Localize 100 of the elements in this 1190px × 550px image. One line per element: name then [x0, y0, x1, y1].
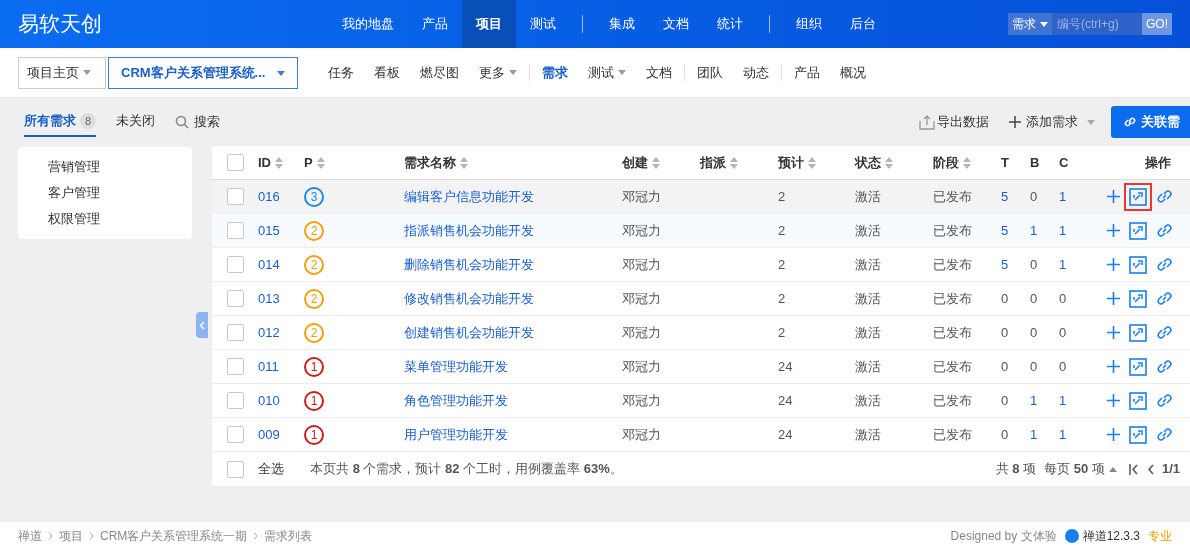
module-item[interactable]: 营销管理	[48, 157, 192, 177]
edit-icon[interactable]	[1129, 289, 1147, 308]
edit-icon[interactable]	[1129, 323, 1147, 342]
plus-icon[interactable]	[1107, 224, 1120, 237]
story-row[interactable]: 016 3 编辑客户信息功能开发 邓冠力 2 激活 已发布 5 0 1	[212, 180, 1190, 214]
plus-icon[interactable]	[1107, 428, 1120, 441]
search-link[interactable]: 搜索	[175, 112, 221, 132]
sub-nav-item[interactable]: 动态	[733, 62, 779, 83]
story-name[interactable]: 指派销售机会功能开发	[382, 220, 622, 241]
select-all-label[interactable]: 全选	[258, 459, 310, 479]
story-row[interactable]: 012 2 创建销售机会功能开发 邓冠力 2 激活 已发布 0 0 0	[212, 316, 1190, 350]
story-id[interactable]: 009	[258, 424, 304, 445]
edit-icon[interactable]	[1129, 425, 1147, 444]
column-header[interactable]: ID	[258, 152, 304, 173]
plus-icon[interactable]	[1107, 258, 1120, 271]
column-header[interactable]: P	[304, 152, 382, 173]
search-type-select[interactable]: 需求	[1008, 13, 1052, 35]
link-icon[interactable]	[1156, 222, 1173, 239]
top-nav-item[interactable]: 集成	[595, 0, 649, 48]
sub-nav-item[interactable]: 燃尽图	[410, 62, 469, 83]
edit-icon[interactable]	[1129, 357, 1147, 376]
count-cell[interactable]: 5	[1001, 220, 1030, 241]
story-id[interactable]: 015	[258, 220, 304, 241]
column-header[interactable]: 需求名称	[382, 152, 622, 173]
story-name[interactable]: 编辑客户信息功能开发	[382, 186, 622, 207]
filter-tab[interactable]: 所有需求 8	[24, 107, 97, 137]
count-cell[interactable]: 1	[1030, 424, 1059, 445]
prev-page-icon[interactable]	[1146, 463, 1154, 475]
story-row[interactable]: 009 1 用户管理功能开发 邓冠力 24 激活 已发布 0 1 1	[212, 418, 1190, 452]
story-id[interactable]: 013	[258, 288, 304, 309]
row-checkbox[interactable]	[226, 256, 244, 273]
count-cell[interactable]: 1	[1059, 390, 1089, 411]
sub-nav-item[interactable]: 产品	[784, 62, 830, 83]
project-home-dropdown[interactable]: 项目主页	[18, 56, 106, 89]
top-nav-item[interactable]: 组织	[782, 0, 836, 48]
count-cell[interactable]: 1	[1030, 220, 1059, 241]
row-checkbox[interactable]	[226, 358, 244, 375]
add-story-button[interactable]: 添加需求	[1009, 112, 1095, 132]
sub-nav-item[interactable]: 文档	[636, 62, 682, 83]
count-cell[interactable]: 1	[1059, 220, 1089, 241]
story-name[interactable]: 创建销售机会功能开发	[382, 322, 622, 343]
row-checkbox[interactable]	[226, 324, 244, 341]
module-item[interactable]: 权限管理	[48, 209, 192, 229]
link-icon[interactable]	[1156, 358, 1173, 375]
top-nav-item[interactable]: 我的地盘	[328, 0, 408, 48]
count-cell[interactable]: 5	[1001, 186, 1030, 207]
story-name[interactable]: 菜单管理功能开发	[382, 356, 622, 377]
story-name[interactable]: 用户管理功能开发	[382, 424, 622, 445]
link-icon[interactable]	[1156, 426, 1173, 443]
breadcrumb-item[interactable]: 需求列表	[264, 527, 313, 545]
row-checkbox[interactable]	[226, 222, 244, 239]
story-row[interactable]: 013 2 修改销售机会功能开发 邓冠力 2 激活 已发布 0 0 0	[212, 282, 1190, 316]
link-icon[interactable]	[1156, 188, 1173, 205]
version-link[interactable]: 禅道12.3.3	[1064, 527, 1140, 545]
link-icon[interactable]	[1156, 256, 1173, 273]
link-icon[interactable]	[1156, 324, 1173, 341]
top-nav-item[interactable]: 项目	[462, 0, 516, 48]
story-row[interactable]: 015 2 指派销售机会功能开发 邓冠力 2 激活 已发布 5 1 1	[212, 214, 1190, 248]
link-icon[interactable]	[1156, 392, 1173, 409]
breadcrumb-item[interactable]: CRM客户关系管理系统一期	[100, 527, 248, 545]
top-nav-item[interactable]: 产品	[408, 0, 462, 48]
column-header[interactable]: 创建	[622, 152, 700, 173]
plus-icon[interactable]	[1107, 190, 1120, 203]
plus-icon[interactable]	[1107, 360, 1120, 373]
column-header[interactable]: 状态	[855, 152, 933, 173]
top-nav-item[interactable]: 后台	[836, 0, 890, 48]
story-id[interactable]: 016	[258, 186, 304, 207]
story-id[interactable]: 012	[258, 322, 304, 343]
story-name[interactable]: 修改销售机会功能开发	[382, 288, 622, 309]
module-item[interactable]: 客户管理	[48, 183, 192, 203]
link-icon[interactable]	[1156, 290, 1173, 307]
filter-tab[interactable]: 未关闭	[116, 107, 156, 137]
row-checkbox[interactable]	[226, 290, 244, 307]
first-page-icon[interactable]	[1128, 463, 1139, 475]
plus-icon[interactable]	[1107, 326, 1120, 339]
sub-nav-item[interactable]: 概况	[830, 62, 876, 83]
row-checkbox[interactable]	[226, 188, 244, 205]
top-nav-item[interactable]: 文档	[649, 0, 703, 48]
top-nav-item[interactable]: 测试	[516, 0, 570, 48]
sub-nav-item[interactable]: 看板	[364, 62, 410, 83]
top-nav-item[interactable]: 统计	[703, 0, 757, 48]
sub-nav-item[interactable]: 团队	[687, 62, 733, 83]
edit-icon[interactable]	[1129, 255, 1147, 274]
select-all-checkbox[interactable]	[226, 154, 244, 171]
column-header[interactable]: 预计	[778, 152, 855, 173]
story-id[interactable]: 010	[258, 390, 304, 411]
project-dropdown[interactable]: CRM客户关系管理系统...	[108, 56, 298, 89]
collapse-handle[interactable]	[196, 312, 208, 338]
plus-icon[interactable]	[1107, 394, 1120, 407]
count-cell[interactable]: 5	[1001, 254, 1030, 275]
edit-icon[interactable]	[1129, 391, 1147, 410]
row-checkbox[interactable]	[226, 426, 244, 443]
story-id[interactable]: 011	[258, 356, 304, 377]
sub-nav-item[interactable]: 任务	[318, 62, 364, 83]
select-all-checkbox[interactable]	[226, 460, 244, 478]
edit-icon[interactable]	[1129, 187, 1147, 206]
row-checkbox[interactable]	[226, 392, 244, 409]
count-cell[interactable]: 1	[1059, 186, 1089, 207]
story-row[interactable]: 010 1 角色管理功能开发 邓冠力 24 激活 已发布 0 1 1	[212, 384, 1190, 418]
export-button[interactable]: 导出数据	[919, 112, 989, 132]
